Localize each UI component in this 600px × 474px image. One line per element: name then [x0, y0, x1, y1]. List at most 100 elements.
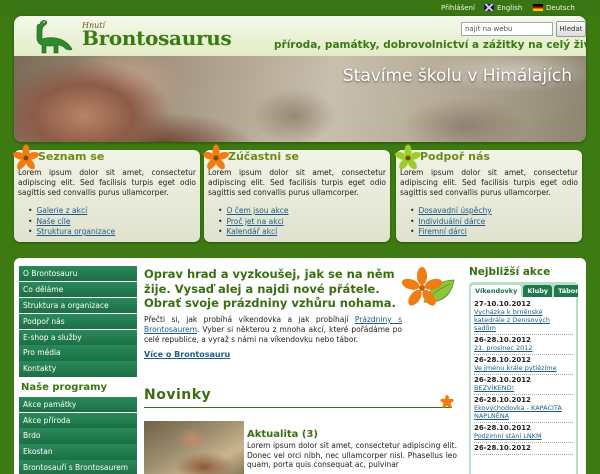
box-links: O čem jsou akce Proč jet na akci Kalendá…: [218, 206, 289, 238]
news-item-title[interactable]: Aktualita (3): [247, 429, 318, 440]
nav-item-co-delame[interactable]: Co děláme: [19, 281, 137, 298]
events-tabs: Víkendovky Kluby Tábory: [469, 282, 578, 297]
nav-item-ekostan[interactable]: Ekostan: [19, 444, 137, 460]
link-uspechy[interactable]: Dosavadní úspěchy: [418, 206, 491, 215]
brontosaurus-logo-icon[interactable]: [24, 18, 80, 56]
list-item[interactable]: Firemní dárci: [410, 227, 492, 238]
left-navigation: O Brontosauru Co děláme Struktura a orga…: [19, 266, 137, 474]
list-item[interactable]: Dosavadní úspěchy: [410, 206, 491, 217]
event-link[interactable]: BEZVÍKEND!: [474, 384, 573, 392]
box-text: Lorem ipsum dolor sit amet, consectetur …: [208, 168, 386, 197]
nav-item-kontakty[interactable]: Kontakty: [19, 361, 137, 377]
english-label: English: [497, 4, 523, 12]
list-item[interactable]: Naše cíle: [28, 217, 115, 228]
box-title: Seznam se: [38, 150, 105, 163]
nav-item-struktura[interactable]: Struktura a organizace: [19, 297, 137, 314]
hero-banner[interactable]: Stavíme školu v Himálajích: [14, 56, 586, 142]
list-item[interactable]: Galerie z akcí: [28, 206, 115, 217]
main-panel: O Brontosauru Co děláme Struktura a orga…: [14, 258, 586, 474]
tab-vikendovky[interactable]: Víkendovky: [471, 285, 522, 297]
list-item[interactable]: Individuální dárce: [410, 217, 492, 228]
event-link[interactable]: Vycházka k brněnské katedrále z Denisový…: [474, 308, 573, 332]
event-date: 26-28.10.2012: [474, 396, 531, 404]
box-text: Lorem ipsum dolor sit amet, consectetur …: [400, 168, 578, 197]
deutsch-label: Deutsch: [546, 4, 575, 12]
list-item: 26-28.10.2012 BEZVÍKEND!: [474, 375, 573, 395]
list-item: 26-28.10.2012 Ekovýchodovka - KAPACITA NA…: [474, 395, 573, 423]
link-o-cem-akce[interactable]: O čem jsou akce: [226, 206, 288, 215]
list-item[interactable]: Proč jet na akci: [218, 217, 289, 228]
header-panel: Hnutí Brontosaurus příroda, památky, dob…: [14, 16, 586, 142]
link-darce[interactable]: Individuální dárce: [418, 217, 485, 226]
list-item: 26-28.10.2012 Podzimní stání LNKM: [474, 423, 573, 443]
programs-heading: Naše programy: [21, 381, 108, 393]
list-item[interactable]: Kalendář akcí: [218, 227, 289, 238]
uk-flag-icon: [484, 4, 494, 11]
link-galerie[interactable]: Galerie z akcí: [36, 206, 87, 215]
event-date: 26-28.10.2012: [474, 424, 531, 432]
event-date: 26-28.10.2012: [474, 444, 531, 452]
de-flag-icon: [533, 4, 543, 11]
nav-item-akce-priroda[interactable]: Akce příroda: [19, 412, 137, 428]
list-item: 26-28.10.2012 Ve jménu krále pytlézíme: [474, 355, 573, 375]
list-item: 26-28.10.2012 21. prosinec 2012: [474, 335, 573, 355]
link-proc-jet[interactable]: Proč jet na akci: [226, 217, 283, 226]
intro-heading: Oprav hrad a vyzkoušej, jak se na něm ži…: [144, 267, 396, 310]
event-link[interactable]: 21. prosinec 2012: [474, 344, 573, 352]
link-struktura[interactable]: Struktura organizace: [36, 227, 115, 236]
news-heading: Novinky: [144, 387, 212, 403]
nav-item-podpor-nas[interactable]: Podpoř nás: [19, 313, 137, 329]
language-english-link[interactable]: English: [484, 4, 522, 12]
event-date: 26-28.10.2012: [474, 336, 531, 344]
nav-item-o-brontosauru[interactable]: O Brontosauru: [19, 266, 137, 282]
box-title: Zúčastni se: [228, 150, 299, 163]
box-text: Lorem ipsum dolor sit amet, consectetur …: [18, 168, 196, 197]
small-flower-icon: [440, 395, 454, 408]
orange-flower-leaf-icon: [401, 267, 455, 306]
link-nase-cile[interactable]: Naše cíle: [36, 217, 70, 226]
top-bar: Přihlášení English Deutsch: [0, 0, 600, 16]
box-title: Podpoř nás: [420, 150, 490, 163]
search-button[interactable]: Hledat: [556, 21, 586, 37]
intro-text: Přečti si, jak probíhá víkendovka a jak …: [144, 315, 402, 346]
box-podpor-nas: Podpoř nás Lorem ipsum dolor sit amet, c…: [395, 144, 582, 242]
tagline: příroda, památky, dobrovolnictví a zážit…: [274, 39, 586, 51]
event-date: 26-28.10.2012: [474, 376, 531, 384]
news-divider: [144, 407, 452, 408]
nav-item-eshop[interactable]: E-shop a služby: [19, 329, 137, 345]
login-link[interactable]: Přihlášení: [441, 4, 475, 12]
header-top: Hnutí Brontosaurus příroda, památky, dob…: [14, 16, 586, 56]
link-kalendar[interactable]: Kalendář akcí: [226, 227, 277, 236]
event-date: 27-10.10.2012: [474, 300, 531, 308]
tab-tabory[interactable]: Tábory: [554, 285, 578, 297]
box-seznam-se: Seznam se Lorem ipsum dolor sit amet, co…: [13, 144, 200, 242]
list-item: 26-28.10.2012: [474, 443, 573, 455]
news-item-text: Lorem ipsum dolor sit amet, consectetur …: [247, 441, 457, 469]
list-item[interactable]: O čem jsou akce: [218, 206, 288, 217]
list-item: 27-10.10.2012 Vycházka k brněnské katedrá…: [474, 299, 573, 335]
box-zucastni-se: Zúčastni se Lorem ipsum dolor sit amet, …: [203, 144, 390, 242]
logo-title[interactable]: Brontosaurus: [82, 26, 232, 50]
more-about-link[interactable]: Více o Brontosauru: [144, 350, 230, 359]
language-deutsch-link[interactable]: Deutsch: [533, 4, 575, 12]
upcoming-events-panel: Víkendovky Kluby Tábory 27-10.10.2012Vyc…: [469, 282, 578, 474]
search-input[interactable]: [461, 22, 553, 36]
event-date: 26-28.10.2012: [474, 356, 531, 364]
nav-item-brontosauri[interactable]: Brontosauří s Brontosaurem: [19, 460, 137, 474]
hero-title: Stavíme školu v Himálajích: [342, 66, 572, 86]
events-list: 27-10.10.2012 Vycházka k brněnské katedrá…: [471, 297, 576, 474]
intro-text-part: Přečti si, jak probíhá víkendovka a jak …: [144, 315, 355, 324]
box-links: Dosavadní úspěchy Individuální dárce Fir…: [410, 206, 492, 238]
tab-kluby[interactable]: Kluby: [523, 285, 553, 297]
event-link[interactable]: Ve jménu krále pytlézíme: [474, 364, 573, 372]
link-firemni[interactable]: Firemní dárci: [418, 227, 466, 236]
upcoming-events-heading: Nejbližší akce: [469, 266, 551, 278]
news-image[interactable]: [144, 421, 244, 474]
event-link[interactable]: Podzimní stání LNKM: [474, 432, 573, 440]
box-links: Galerie z akcí Naše cíle Struktura organ…: [28, 206, 115, 238]
nav-item-pro-media[interactable]: Pro média: [19, 345, 137, 361]
nav-item-brdo[interactable]: Brdo: [19, 428, 137, 444]
list-item[interactable]: Struktura organizace: [28, 227, 115, 238]
nav-item-akce-pamatky[interactable]: Akce památky: [19, 396, 137, 412]
event-link[interactable]: Ekovýchodovka - KAPACITA NAPLNĚNA: [474, 404, 573, 420]
